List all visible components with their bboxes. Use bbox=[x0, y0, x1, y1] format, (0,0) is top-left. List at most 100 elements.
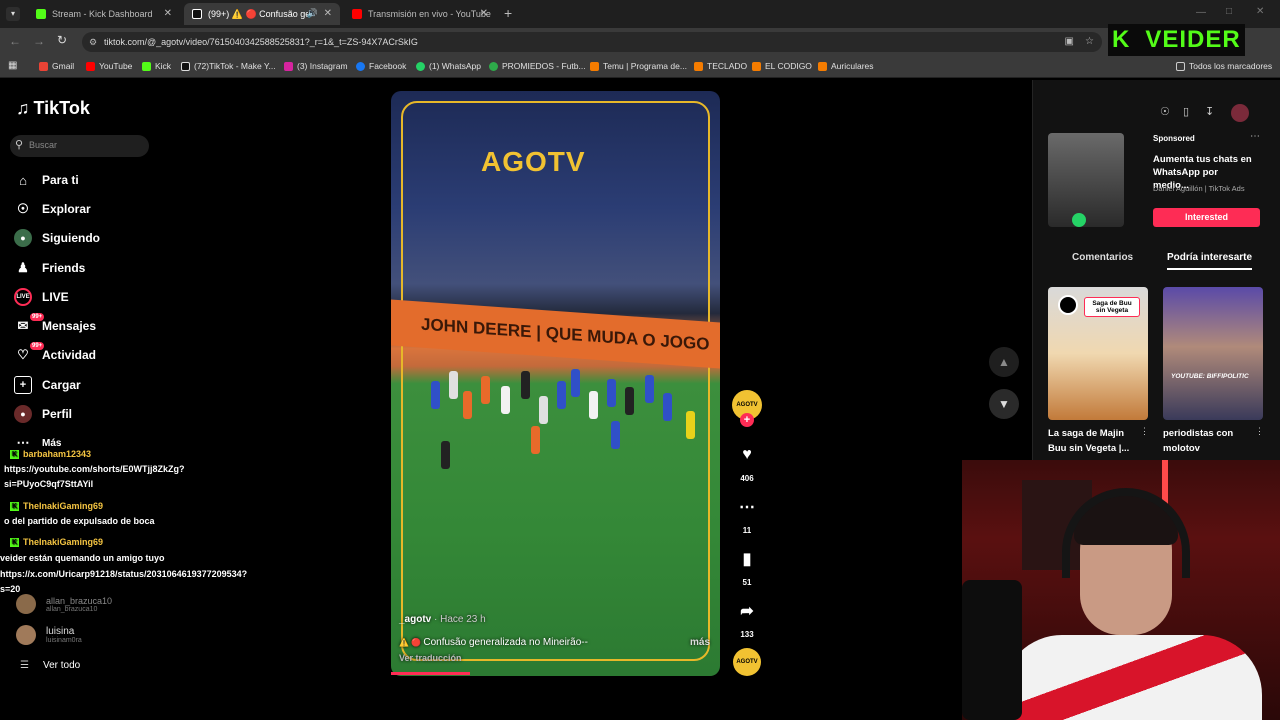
nav-actividad[interactable]: ♡ 99+ Actividad bbox=[14, 342, 96, 366]
close-tab-icon[interactable]: ✕ bbox=[324, 8, 332, 19]
download-icon[interactable]: ↧ bbox=[1205, 105, 1214, 118]
bookmark-label: (72)TikTok - Make Y... bbox=[194, 61, 276, 71]
window-close-button[interactable]: ✕ bbox=[1256, 6, 1264, 17]
back-arrow-icon[interactable]: ← bbox=[9, 34, 21, 48]
tab-label: (99+) ⚠️ 🔴 Confusão gene bbox=[208, 8, 308, 19]
card-more-icon[interactable]: ⋮ bbox=[1140, 426, 1149, 437]
bookmark-icon: ▮ bbox=[742, 551, 752, 568]
tab-list-chevron-icon[interactable]: ▾ bbox=[6, 7, 20, 21]
microphone bbox=[962, 580, 1022, 720]
audio-playing-icon[interactable]: 🔊 bbox=[307, 8, 318, 19]
video-player[interactable]: AGOTV JOHN DEERE | QUE MUDA O JOGO bbox=[391, 91, 720, 676]
nav-friends[interactable]: ♟ Friends bbox=[14, 257, 85, 279]
forward-arrow-icon[interactable]: → bbox=[33, 34, 45, 48]
nav-live[interactable]: LIVE LIVE bbox=[14, 286, 69, 308]
search-box[interactable]: ⚲ Buscar bbox=[10, 135, 149, 157]
kick-logo-icon: K bbox=[1112, 26, 1130, 53]
share-button[interactable]: ➦ 133 bbox=[732, 596, 762, 639]
bookmark-star-icon[interactable]: ☆ bbox=[1085, 32, 1094, 52]
bookmark-whatsapp[interactable]: (1) WhatsApp bbox=[416, 61, 481, 71]
bookmark-teclado[interactable]: TECLADO bbox=[694, 61, 747, 71]
bookmark-temu[interactable]: Temu | Programa de... bbox=[590, 61, 687, 71]
players-crowd bbox=[411, 351, 711, 511]
url-text: tiktok.com/@_agotv/video/761504034258852… bbox=[104, 37, 418, 47]
gmail-icon bbox=[39, 61, 48, 71]
next-video-button[interactable]: ▼ bbox=[989, 389, 1019, 419]
close-tab-icon[interactable]: ✕ bbox=[164, 8, 172, 19]
bookmark-tiktok[interactable]: (72)TikTok - Make Y... bbox=[181, 61, 276, 71]
comment-button[interactable]: ⋯ 11 bbox=[732, 492, 762, 535]
translate-link[interactable]: Ver traducción bbox=[399, 653, 462, 663]
kick-badge-icon: K bbox=[10, 502, 19, 512]
apps-grid-icon[interactable]: ▦ bbox=[8, 60, 17, 71]
ad-more-icon[interactable]: ⋯ bbox=[1250, 131, 1260, 142]
author-avatar-button[interactable]: AGOTV + bbox=[732, 390, 762, 427]
chat-message-text: o del partido de expulsado de boca bbox=[4, 516, 155, 526]
video-progress-bar[interactable] bbox=[391, 672, 470, 675]
site-info-icon[interactable]: ⚙ bbox=[89, 32, 97, 52]
nav-cargar[interactable]: + Cargar bbox=[14, 374, 81, 396]
user-avatar[interactable] bbox=[1231, 104, 1249, 122]
recommended-video-card[interactable]: YOUTUBE: BIFFIPOLITIC periodistas con mo… bbox=[1163, 287, 1264, 457]
following-item[interactable]: luisina luisinam0ra bbox=[16, 625, 82, 645]
chat-message-user: Kbarbaham12343 bbox=[10, 449, 91, 460]
folder-icon bbox=[1176, 61, 1185, 71]
tab-podria-interesarte[interactable]: Podría interesarte bbox=[1167, 252, 1252, 263]
music-disc-button[interactable]: AGOTV bbox=[732, 648, 762, 676]
follow-plus-icon[interactable]: + bbox=[740, 413, 754, 427]
chat-message-user: K TheInakiGaming69 bbox=[10, 537, 103, 548]
caption-more-link[interactable]: más bbox=[690, 637, 710, 648]
nav-perfil[interactable]: ● Perfil bbox=[14, 403, 72, 425]
close-tab-icon[interactable]: ✕ bbox=[480, 8, 488, 19]
bookmark-el-codigo[interactable]: EL CODIGO bbox=[752, 61, 812, 71]
browser-tab-tiktok[interactable]: (99+) ⚠️ 🔴 Confusão gene 🔊 ✕ bbox=[184, 3, 340, 25]
author-handle[interactable]: _agotv bbox=[399, 614, 431, 625]
nav-explorar[interactable]: ☉ Explorar bbox=[14, 198, 91, 220]
bookmark-auriculares[interactable]: Auriculares bbox=[818, 61, 874, 71]
like-button[interactable]: ♥ 406 bbox=[732, 440, 762, 483]
ad-thumbnail[interactable] bbox=[1048, 133, 1124, 227]
bookmark-instagram[interactable]: (3) Instagram bbox=[284, 61, 348, 71]
search-input[interactable]: Buscar bbox=[29, 140, 57, 150]
following-text: allan_brazuca10 allan_brazuca10 bbox=[46, 596, 112, 613]
browser-tab-youtube[interactable]: Transmisión en vivo - YouTube ✕ bbox=[344, 3, 496, 25]
all-bookmarks[interactable]: Todos los marcadores bbox=[1176, 61, 1272, 71]
notification-badge: 99+ bbox=[30, 313, 45, 321]
nav-para-ti[interactable]: ⌂ Para ti bbox=[14, 169, 79, 191]
compass-small-icon[interactable]: ☉ bbox=[1160, 105, 1170, 118]
tab-comentarios[interactable]: Comentarios bbox=[1072, 252, 1133, 263]
address-bar[interactable]: ⚙ tiktok.com/@_agotv/video/7615040342588… bbox=[82, 32, 1102, 52]
bookmark-promiedos[interactable]: PROMIEDOS - Futb... bbox=[489, 61, 586, 71]
river-plate-jersey bbox=[1002, 635, 1262, 720]
bookmark-gmail[interactable]: Gmail bbox=[39, 61, 74, 71]
compass-icon: ☉ bbox=[17, 201, 29, 216]
following-item[interactable]: allan_brazuca10 allan_brazuca10 bbox=[16, 594, 112, 614]
reload-icon[interactable]: ↻ bbox=[57, 33, 67, 47]
bookmark-kick[interactable]: Kick bbox=[142, 61, 171, 71]
phone-icon[interactable]: ▯ bbox=[1183, 105, 1189, 118]
nav-siguiendo[interactable]: ● Siguiendo bbox=[14, 227, 100, 249]
kick-badge-icon: K bbox=[10, 538, 19, 548]
video-author[interactable]: _agotv · Hace 23 h bbox=[399, 614, 486, 625]
window-minimize-button[interactable]: — bbox=[1196, 7, 1206, 18]
window-restore-button[interactable]: □ bbox=[1226, 6, 1232, 17]
nav-label: Perfil bbox=[42, 407, 73, 421]
nav-label: Mensajes bbox=[42, 319, 97, 333]
save-button[interactable]: ▮ 51 bbox=[732, 544, 762, 587]
tiktok-logo[interactable]: ♫ TikTok bbox=[16, 98, 90, 119]
recommended-video-card[interactable]: Saga de Buu sin Vegeta La saga de Majin … bbox=[1048, 287, 1149, 457]
bookmark-youtube[interactable]: YouTube bbox=[86, 61, 132, 71]
chat-message-text: s=20 bbox=[0, 584, 21, 594]
previous-video-button[interactable]: ▲ bbox=[989, 347, 1019, 377]
card-more-icon[interactable]: ⋮ bbox=[1255, 426, 1264, 437]
browser-tab-kick[interactable]: Stream - Kick Dashboard ✕ bbox=[28, 3, 180, 25]
install-app-icon[interactable]: ▣ bbox=[1065, 32, 1074, 52]
ad-interested-button[interactable]: Interested bbox=[1153, 208, 1260, 227]
bookmark-label: Kick bbox=[155, 61, 172, 71]
nav-mensajes[interactable]: ✉ 99+ Mensajes bbox=[14, 313, 97, 337]
new-tab-button[interactable]: + bbox=[504, 5, 512, 21]
bookmark-facebook[interactable]: Facebook bbox=[356, 61, 406, 71]
bookmarks-bar: ▦ Gmail YouTube Kick (72)TikTok - Make Y… bbox=[0, 56, 1280, 78]
tiktok-favicon-icon bbox=[192, 9, 202, 19]
see-all-following[interactable]: ☰ Ver todo bbox=[20, 660, 80, 671]
